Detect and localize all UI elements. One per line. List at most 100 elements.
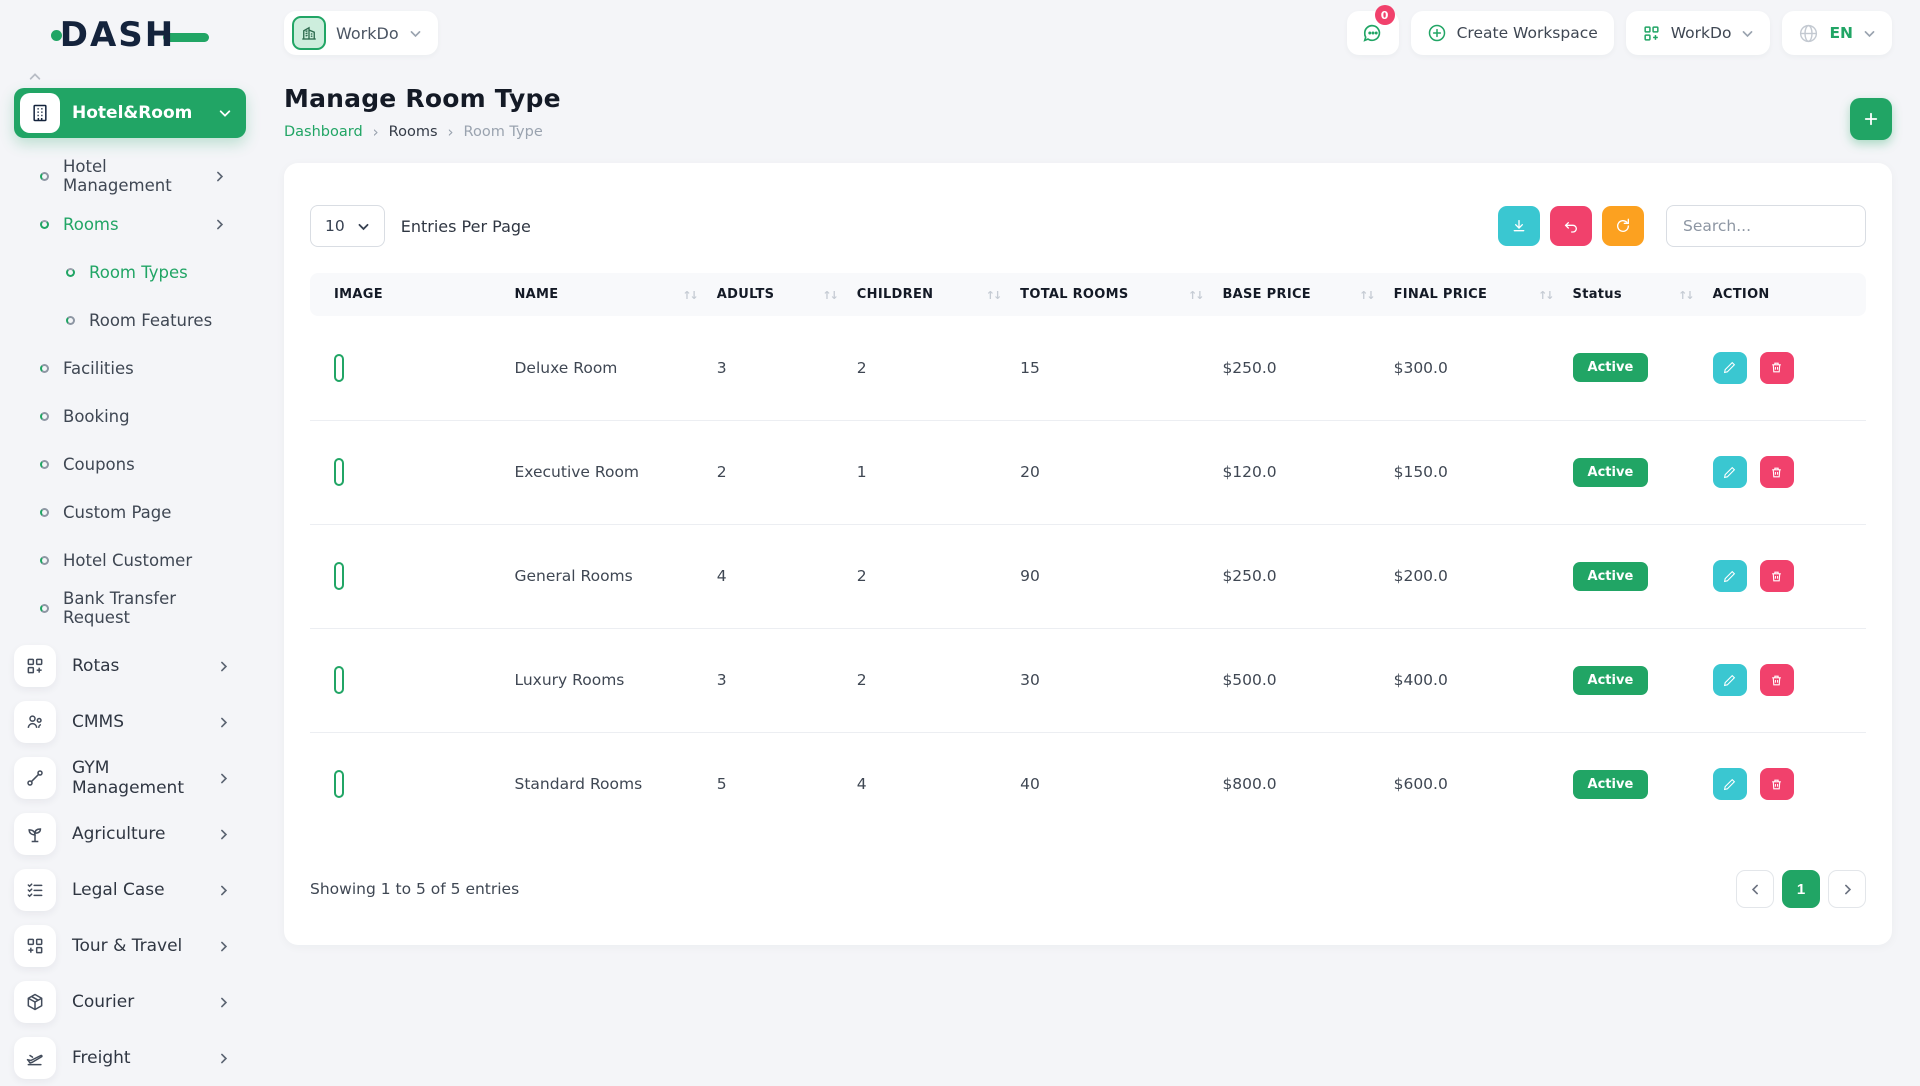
- workdo-apps-menu[interactable]: WorkDo: [1625, 11, 1771, 55]
- sidebar-item-coupons[interactable]: Coupons: [14, 440, 246, 488]
- breadcrumb-dashboard[interactable]: Dashboard: [284, 124, 363, 140]
- column-header-base-price[interactable]: BASE PRICE ↑↓: [1212, 273, 1384, 316]
- sidebar-item-rotas[interactable]: Rotas: [14, 638, 246, 694]
- sidebar-item-room-features[interactable]: Room Features: [14, 296, 246, 344]
- edit-button[interactable]: [1712, 664, 1747, 696]
- room-name: Executive Room: [504, 419, 707, 524]
- sidebar-scroll-up[interactable]: [14, 70, 246, 88]
- sort-icon: ↑↓: [1359, 289, 1376, 302]
- room-image-thumbnail[interactable]: [334, 458, 344, 486]
- sidebar-item-booking[interactable]: Booking: [14, 392, 246, 440]
- column-header-children[interactable]: CHILDREN ↑↓: [846, 273, 1011, 316]
- sidebar-item-label: Facilities: [63, 358, 134, 378]
- sidebar-item-label: CMMS: [72, 712, 124, 732]
- bullet-icon: [40, 171, 49, 181]
- create-workspace-button[interactable]: Create Workspace: [1410, 11, 1614, 55]
- children-value: 2: [856, 358, 867, 377]
- previous-page-button[interactable]: [1736, 870, 1774, 908]
- column-header-final-price[interactable]: FINAL PRICE ↑↓: [1383, 273, 1563, 316]
- status-badge[interactable]: Active: [1572, 561, 1649, 591]
- showing-entries-text: Showing 1 to 5 of 5 entries: [310, 880, 520, 898]
- edit-button[interactable]: [1712, 456, 1747, 488]
- delete-button[interactable]: [1759, 664, 1794, 696]
- export-download-button[interactable]: [1498, 206, 1540, 246]
- bullet-icon: [40, 603, 49, 613]
- delete-button[interactable]: [1759, 768, 1794, 801]
- room-image-thumbnail[interactable]: [334, 666, 344, 694]
- edit-button[interactable]: [1712, 351, 1747, 384]
- page-number-button[interactable]: 1: [1782, 870, 1820, 908]
- adults-value: 3: [716, 358, 727, 377]
- sidebar-item-custom-page[interactable]: Custom Page: [14, 488, 246, 536]
- reset-undo-button[interactable]: [1550, 206, 1592, 246]
- column-header-total-rooms[interactable]: TOTAL ROOMS ↑↓: [1010, 273, 1213, 316]
- sidebar-item-agriculture[interactable]: Agriculture: [14, 806, 246, 862]
- sidebar-item-hotel-management[interactable]: Hotel Management: [14, 152, 246, 200]
- workspace-building-icon: [292, 16, 326, 50]
- topbar: WorkDo 0 Create Workspace WorkDo EN: [260, 0, 1920, 66]
- undo-icon: [1564, 222, 1577, 233]
- total-rooms-value: 20: [1010, 419, 1213, 524]
- column-header-adults[interactable]: ADULTS ↑↓: [706, 273, 847, 316]
- total-rooms-value: 90: [1010, 523, 1213, 628]
- delete-button[interactable]: [1759, 456, 1794, 488]
- sidebar-item-label: Hotel Management: [63, 157, 172, 195]
- sidebar-item-rooms[interactable]: Rooms: [14, 200, 246, 248]
- pencil-icon: [1723, 362, 1736, 374]
- grid-plus-icon: [1642, 24, 1661, 43]
- status-badge[interactable]: Active: [1572, 769, 1649, 799]
- plus-icon: [1864, 112, 1878, 126]
- sort-icon: ↑↓: [1678, 289, 1695, 302]
- total-rooms-value: 15: [1020, 358, 1040, 377]
- room-image-thumbnail[interactable]: [334, 353, 344, 382]
- sidebar-item-hotel-room[interactable]: Hotel&Room: [14, 88, 246, 138]
- table-toolbar: 10 Entries Per Page: [310, 205, 1866, 247]
- entries-per-page-select[interactable]: 10: [310, 205, 385, 247]
- sidebar-item-cmms[interactable]: CMMS: [14, 694, 246, 750]
- children-value: 4: [846, 731, 1011, 836]
- sidebar-item-legal-case[interactable]: Legal Case: [14, 862, 246, 918]
- room-image-thumbnail[interactable]: [334, 770, 344, 799]
- chevron-down-icon: [1863, 27, 1876, 40]
- next-page-button[interactable]: [1828, 870, 1866, 908]
- sidebar-item-gym-management[interactable]: GYM Management: [14, 750, 246, 806]
- breadcrumb-rooms[interactable]: Rooms: [389, 124, 438, 140]
- chevron-right-icon: [213, 170, 226, 183]
- edit-button[interactable]: [1712, 560, 1747, 592]
- sidebar-item-bank-transfer-request[interactable]: Bank Transfer Request: [14, 584, 246, 632]
- language-selector[interactable]: EN: [1782, 11, 1892, 55]
- bullet-icon: [66, 315, 75, 325]
- delete-button[interactable]: [1759, 560, 1794, 592]
- refresh-button[interactable]: [1602, 206, 1644, 246]
- column-header-status[interactable]: Status ↑↓: [1562, 273, 1703, 316]
- messages-button[interactable]: 0: [1346, 5, 1399, 55]
- status-badge[interactable]: Active: [1572, 665, 1649, 695]
- bullet-icon: [40, 219, 49, 229]
- sidebar-item-freight[interactable]: Freight: [14, 1030, 246, 1086]
- chevron-right-icon: [217, 716, 230, 729]
- breadcrumb-current: Room Type: [463, 124, 543, 140]
- trash-icon: [1772, 779, 1781, 790]
- add-room-type-button[interactable]: [1850, 98, 1892, 140]
- sidebar-item-hotel-customer[interactable]: Hotel Customer: [14, 536, 246, 584]
- table-footer: Showing 1 to 5 of 5 entries 1: [310, 870, 1866, 908]
- sidebar-item-facilities[interactable]: Facilities: [14, 344, 246, 392]
- status-badge[interactable]: Active: [1572, 353, 1649, 383]
- column-header-name[interactable]: NAME ↑↓: [504, 273, 707, 316]
- trash-icon: [1772, 675, 1781, 685]
- room-image-thumbnail[interactable]: [334, 562, 344, 590]
- workspace-selector[interactable]: WorkDo: [284, 11, 438, 55]
- sort-icon: ↑↓: [985, 289, 1003, 302]
- delete-button[interactable]: [1759, 351, 1794, 384]
- status-badge[interactable]: Active: [1572, 457, 1649, 487]
- sidebar-item-label: Rotas: [72, 656, 120, 676]
- sidebar-item-label: Agriculture: [72, 824, 166, 844]
- search-input[interactable]: [1666, 205, 1866, 247]
- sidebar-item-courier[interactable]: Courier: [14, 974, 246, 1030]
- sidebar-item-tour-travel[interactable]: Tour & Travel: [14, 918, 246, 974]
- adults-value: 4: [706, 523, 847, 628]
- edit-button[interactable]: [1712, 768, 1747, 801]
- brand-name: DASH: [59, 15, 176, 55]
- grid-plus-icon: [14, 645, 56, 687]
- sidebar-item-room-types[interactable]: Room Types: [14, 248, 246, 296]
